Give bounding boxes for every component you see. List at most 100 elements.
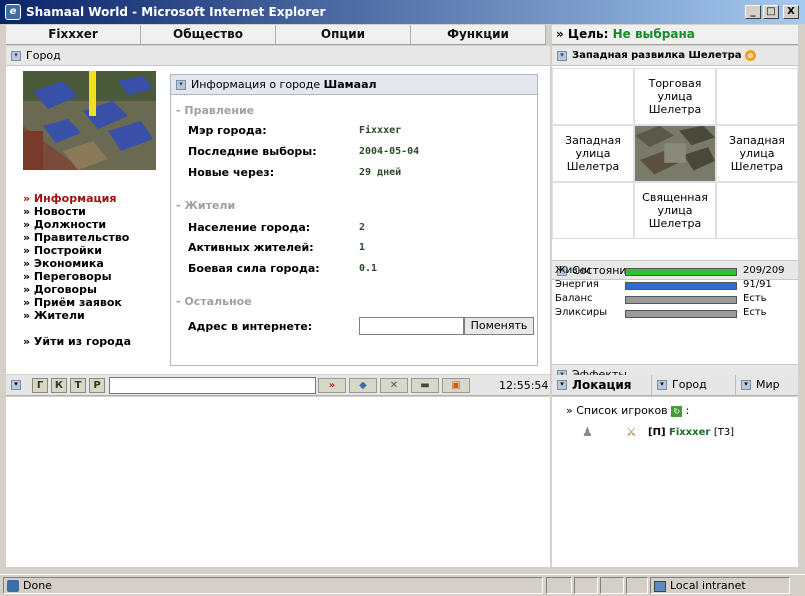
player-name[interactable]: Fixxxer [669,427,710,438]
active-residents-value: 1 [359,242,366,253]
status-pane [626,577,648,594]
tab-location-label: Локация [572,378,632,392]
status-done: Done [23,579,52,592]
map-south[interactable]: Священная улица Шелетра [634,182,716,239]
menu-character[interactable]: Fixxxer [6,25,141,44]
nav-applications[interactable]: » Приём заявок [23,296,163,309]
location-tabs: ▾ Локация ▾ Город ▾ Мир [552,375,798,396]
map-north[interactable]: Торговая улица Шелетра [634,68,716,125]
next-elections-label: Новые через: [188,166,275,179]
nav-government[interactable]: » Правительство [23,231,163,244]
stat-value: Есть [743,293,767,304]
players-panel: » Список игроков ↻ : ♟ ⚔ [П] Fixxxer [Т3… [552,397,798,567]
map-cell-empty [552,182,634,239]
nav-leave-city[interactable]: » Уйти из города [23,335,163,348]
clock: 12:55:54 [499,379,549,392]
change-url-button[interactable]: Поменять [464,317,534,335]
chat-channel-t[interactable]: Т [70,378,86,393]
active-residents-label: Активных жителей: [188,241,314,254]
stat-elixirs: Эликсиры Есть [555,307,795,320]
collapse-icon[interactable]: ▾ [11,380,21,390]
chat-input[interactable] [109,377,316,394]
tab-city[interactable]: ▾ Город [652,375,736,395]
nav-positions[interactable]: » Должности [23,218,163,231]
window-title: Shamaal World - Microsoft Internet Explo… [26,5,326,19]
chat-channel-r[interactable]: Р [89,378,105,393]
maximize-button[interactable]: □ [763,5,779,19]
chat-channel-g[interactable]: Г [32,378,48,393]
status-pane [574,577,598,594]
nav-info[interactable]: » Информация [23,192,163,205]
section-other: - Остальное [176,295,252,308]
stat-label: Баланс [555,293,593,304]
balance-bar [625,296,737,304]
stat-label: Эликсиры [555,307,608,318]
zone-text: Local intranet [670,579,746,592]
info-header: ▾ Информация о городе Шамаал [171,75,537,95]
mayor-label: Мэр города: [188,124,267,137]
nav-residents[interactable]: » Жители [23,309,163,322]
tab-world-label: Мир [756,378,780,391]
tab-city-label: Город [672,378,707,391]
collapse-icon[interactable]: ▾ [11,51,21,61]
url-input[interactable] [359,317,464,335]
url-label: Адрес в интернете: [188,320,313,333]
nav-negotiations[interactable]: » Переговоры [23,270,163,283]
close-button[interactable]: X [783,5,799,19]
status-text-pane: Done [3,577,543,594]
map-title: Западная развилка Шелетра [572,50,742,61]
main-menu: Fixxxer Общество Опции Функции [6,25,546,45]
goal-bar[interactable]: » Цель: Не выбрана [552,25,798,45]
menu-functions[interactable]: Функции [411,25,546,44]
nav-treaties[interactable]: » Договоры [23,283,163,296]
intranet-icon [654,580,666,592]
browser-status-bar: Done Local intranet [0,574,805,596]
page-icon [7,580,19,592]
collapse-icon[interactable]: ▾ [557,51,567,61]
refresh-icon[interactable]: ↻ [671,405,683,417]
chat-channel-k[interactable]: К [51,378,67,393]
chat-toolbar: ▾ Г К Т Р » ◆ ✕ ▬ ▣ 12:55:54 [6,375,550,396]
energy-bar [625,282,737,290]
print-icon[interactable]: ▬ [411,378,439,393]
tab-location[interactable]: ▾ Локация [552,375,652,395]
settings-icon[interactable]: ▣ [442,378,470,393]
compass-icon[interactable]: o [744,49,756,61]
elections-label: Последние выборы: [188,145,317,158]
map-cell-empty [716,182,798,239]
stat-value: 91/91 [743,279,772,290]
section-residents: - Жители [176,199,236,212]
nav-news[interactable]: » Новости [23,205,163,218]
section-government: - Правление [176,104,255,117]
next-elections-value: 29 дней [359,167,402,178]
map-grid: Торговая улица Шелетра Западная улица Ше… [552,68,798,240]
menu-options[interactable]: Опции [276,25,411,44]
players-list-title: » Список игроков ↻ : [566,404,689,417]
players-title-text: » Список игроков [566,404,668,417]
smiley-icon[interactable]: ◆ [349,378,377,393]
player-clan[interactable]: [П] [648,427,666,438]
health-bar [625,268,737,276]
city-power-value: 0.1 [359,263,378,274]
info-city-name: Шамаал [323,78,377,91]
clear-icon[interactable]: ✕ [380,378,408,393]
population-value: 2 [359,222,366,233]
current-location-image [634,125,716,182]
map-east[interactable]: Западная улица Шелетра [716,125,798,182]
send-button[interactable]: » [318,378,346,393]
zone-pane: Local intranet [650,577,790,594]
nav-buildings[interactable]: » Постройки [23,244,163,257]
players-title-suffix: : [685,404,690,417]
collapse-icon[interactable]: ▾ [176,80,186,90]
stat-energy: Энергия 91/91 [555,279,795,292]
city-nav: » Информация » Новости » Должности » Пра… [23,192,163,348]
menu-society[interactable]: Общество [141,25,276,44]
nav-economy[interactable]: » Экономика [23,257,163,270]
attack-icon[interactable]: ⚔ [626,425,637,439]
mayor-value[interactable]: Fixxxer [359,125,401,136]
tab-world[interactable]: ▾ Мир [736,375,798,395]
map-west[interactable]: Западная улица Шелетра [552,125,634,182]
chat-messages[interactable] [6,397,550,567]
collapse-icon: ▾ [557,380,567,390]
minimize-button[interactable]: _ [745,5,761,19]
